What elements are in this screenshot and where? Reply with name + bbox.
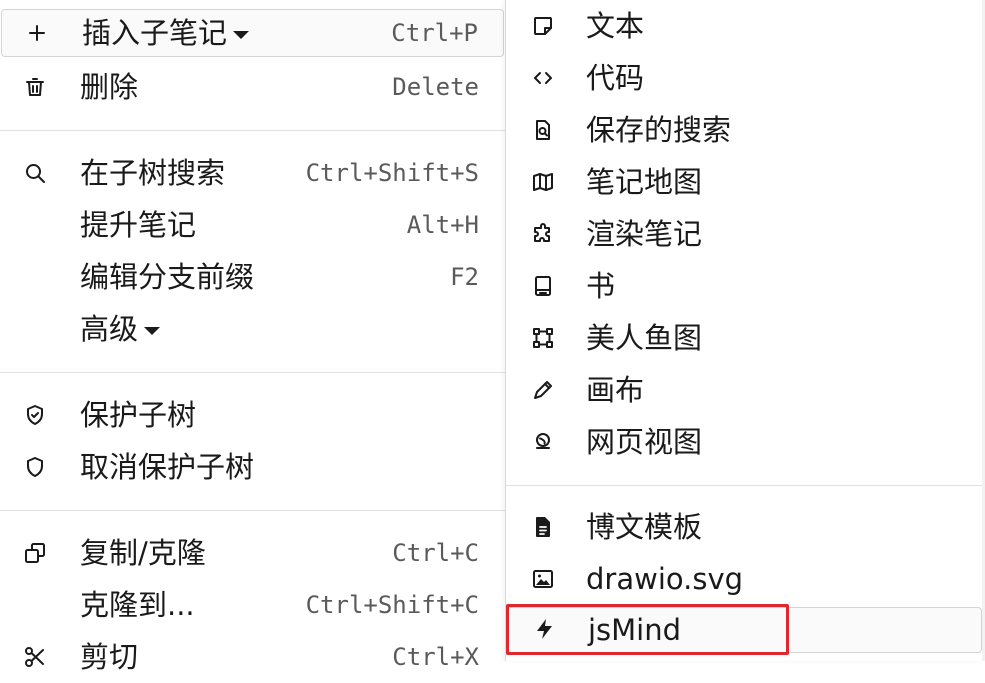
bolt-icon — [532, 616, 558, 642]
diagram-icon — [530, 325, 556, 351]
shield-check-icon — [22, 402, 48, 428]
submenu-item-label: drawio.svg — [586, 562, 744, 596]
trash-icon — [22, 74, 48, 100]
menu-item-label: 编辑分支前缀 — [80, 260, 255, 294]
puzzle-icon — [530, 221, 556, 247]
search-icon — [22, 160, 48, 186]
menu-item-unprotect-subtree[interactable]: 取消保护子树 — [0, 441, 505, 493]
submenu-item-label: 文本 — [586, 9, 645, 43]
shield-icon — [22, 454, 48, 480]
menu-item-label: 取消保护子树 — [80, 450, 255, 484]
menu-item-label: 插入子笔记 — [82, 16, 228, 50]
context-menu: 插入子笔记 Ctrl+P 删除 Delete 在子树搜索 Ctrl+Shift+… — [0, 0, 505, 674]
menu-item-label: 克隆到... — [80, 588, 195, 622]
scissors-icon — [22, 644, 48, 670]
menu-item-hoist-note[interactable]: 提升笔记 Alt+H — [0, 199, 505, 251]
menu-item-label: 复制/克隆 — [80, 536, 206, 570]
shortcut-label: Delete — [392, 73, 479, 101]
submenu-item-label: 博文模板 — [586, 510, 703, 544]
submenu-item-label: 代码 — [586, 61, 645, 95]
menu-item-label: 提升笔记 — [80, 208, 197, 242]
menu-item-label: 高级 — [80, 312, 139, 346]
submenu-item-label: 保存的搜索 — [586, 113, 732, 147]
submenu-item-text[interactable]: 文本 — [506, 0, 983, 52]
submenu-item-label: jsMind — [588, 613, 682, 647]
saved-search-icon — [530, 117, 556, 143]
submenu-item-label: 网页视图 — [586, 425, 703, 459]
menu-item-protect-subtree[interactable]: 保护子树 — [0, 389, 505, 441]
submenu-item-jsmind[interactable]: jsMind — [507, 607, 982, 653]
image-icon — [530, 566, 556, 592]
submenu-item-label: 书 — [586, 269, 616, 303]
map-icon — [530, 169, 556, 195]
menu-item-insert-child-note[interactable]: 插入子笔记 Ctrl+P — [1, 9, 504, 57]
submenu-item-label: 渲染笔记 — [586, 217, 703, 251]
menu-item-cut[interactable]: 剪切 Ctrl+X — [0, 631, 505, 683]
globe-icon — [530, 429, 556, 455]
shortcut-label: Ctrl+X — [392, 643, 479, 671]
menu-item-label: 保护子树 — [80, 398, 197, 432]
note-icon — [530, 13, 556, 39]
menu-divider — [0, 510, 505, 511]
submenu-item-drawio[interactable]: drawio.svg — [506, 553, 983, 605]
caret-down-icon — [233, 31, 250, 39]
shortcut-label: Alt+H — [406, 211, 479, 239]
menu-item-label: 剪切 — [80, 640, 139, 674]
shortcut-label: Ctrl+Shift+C — [305, 591, 479, 619]
submenu-item-render-note[interactable]: 渲染笔记 — [506, 208, 983, 260]
menu-item-clone-to[interactable]: 克隆到... Ctrl+Shift+C — [0, 579, 505, 631]
shortcut-label: Ctrl+C — [392, 539, 479, 567]
submenu-item-blog-template[interactable]: 博文模板 — [506, 501, 983, 553]
menu-item-search-in-subtree[interactable]: 在子树搜索 Ctrl+Shift+S — [0, 147, 505, 199]
shortcut-label: Ctrl+Shift+S — [305, 159, 479, 187]
submenu-item-note-map[interactable]: 笔记地图 — [506, 156, 983, 208]
menu-item-copy-clone[interactable]: 复制/克隆 Ctrl+C — [0, 527, 505, 579]
submenu-item-label: 美人鱼图 — [586, 321, 703, 355]
menu-item-label: 删除 — [80, 70, 139, 104]
pen-icon — [530, 377, 556, 403]
book-icon — [530, 273, 556, 299]
submenu-item-web-view[interactable]: 网页视图 — [506, 416, 983, 468]
submenu-item-label: 笔记地图 — [586, 165, 703, 199]
menu-divider — [0, 130, 505, 131]
submenu-item-mermaid-diagram[interactable]: 美人鱼图 — [506, 312, 983, 364]
menu-divider — [0, 372, 505, 373]
submenu-item-book[interactable]: 书 — [506, 260, 983, 312]
menu-divider — [506, 485, 983, 486]
plus-icon — [24, 20, 50, 46]
caret-down-icon — [144, 327, 161, 335]
file-text-icon — [530, 514, 556, 540]
submenu-item-saved-search[interactable]: 保存的搜索 — [506, 104, 983, 156]
submenu-item-code[interactable]: 代码 — [506, 52, 983, 104]
menu-item-label: 在子树搜索 — [80, 156, 226, 190]
menu-item-advanced[interactable]: 高级 — [0, 303, 505, 355]
copy-icon — [22, 540, 48, 566]
menu-item-delete[interactable]: 删除 Delete — [0, 61, 505, 113]
shortcut-label: F2 — [450, 263, 479, 291]
submenu-item-canvas[interactable]: 画布 — [506, 364, 983, 416]
note-type-submenu: 文本 代码 保存的搜索 笔记地图 渲染笔记 书 美人鱼图 画布 网页视图 博文模… — [505, 0, 984, 661]
shortcut-label: Ctrl+P — [391, 19, 478, 47]
code-icon — [530, 65, 556, 91]
menu-item-edit-branch-prefix[interactable]: 编辑分支前缀 F2 — [0, 251, 505, 303]
submenu-item-label: 画布 — [586, 373, 645, 407]
